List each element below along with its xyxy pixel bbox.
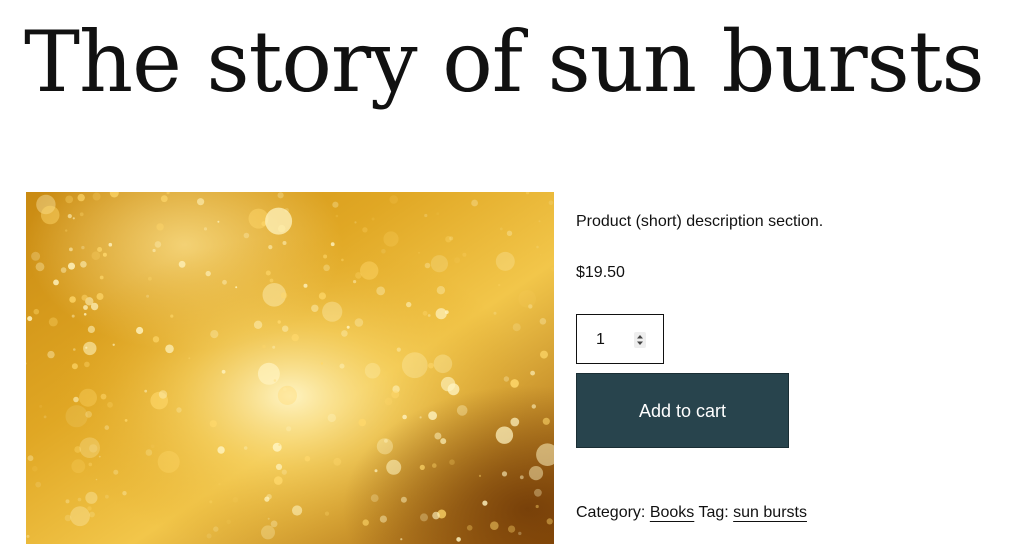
spinner-arrows-icon[interactable] bbox=[634, 332, 646, 348]
category-link[interactable]: Books bbox=[650, 504, 694, 521]
product-image[interactable] bbox=[26, 192, 554, 544]
category-label: Category: bbox=[576, 504, 646, 521]
tag-label: Tag: bbox=[698, 504, 729, 521]
product-title: The story of sun bursts bbox=[24, 13, 985, 111]
product-meta: Category: Books Tag: sun bursts bbox=[576, 503, 807, 523]
tag-link[interactable]: sun bursts bbox=[733, 504, 807, 521]
quantity-value: 1 bbox=[596, 331, 605, 348]
product-price: $19.50 bbox=[576, 264, 625, 281]
product-short-description: Product (short) description section. bbox=[576, 213, 824, 230]
add-to-cart-button[interactable]: Add to cart bbox=[576, 373, 789, 448]
quantity-stepper[interactable]: 1 bbox=[576, 314, 664, 364]
